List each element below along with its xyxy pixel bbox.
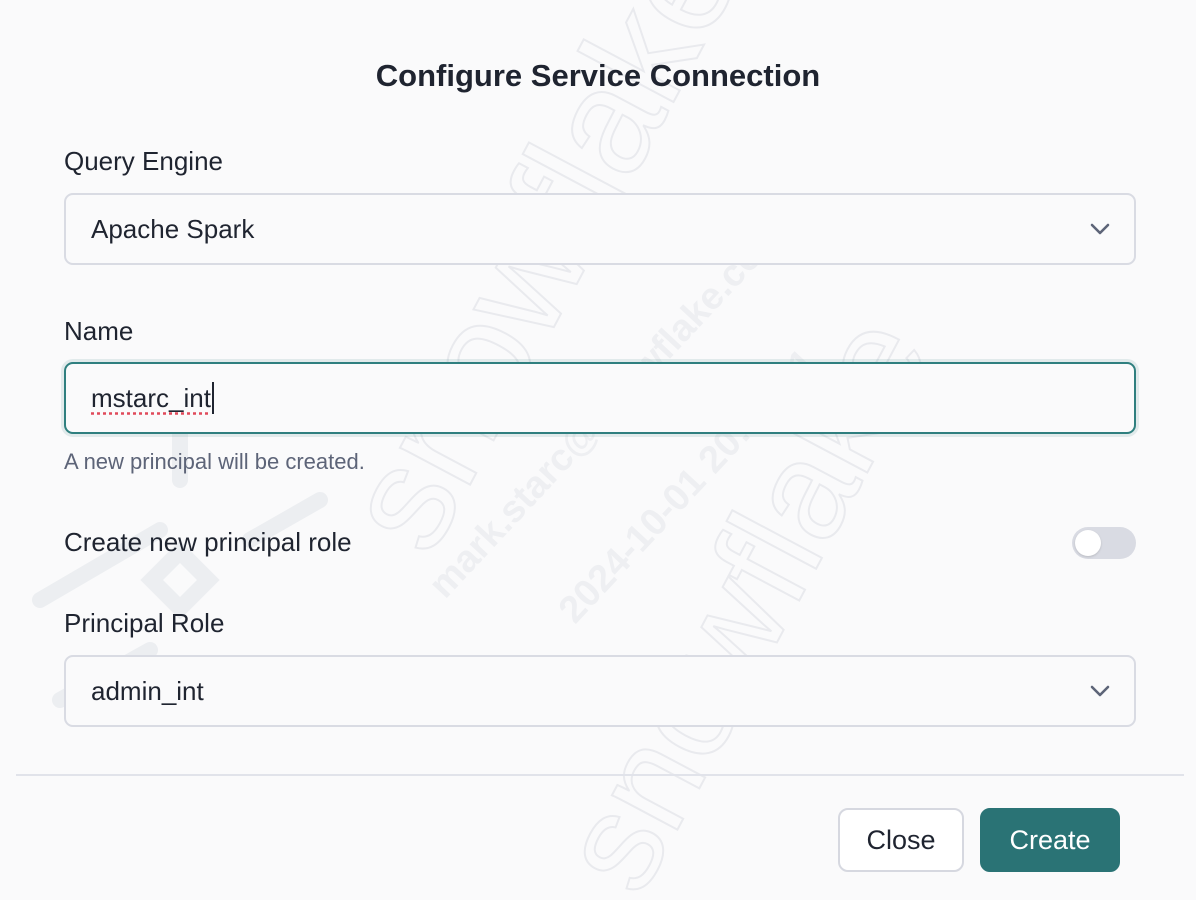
chevron-down-icon <box>1090 685 1110 697</box>
text-caret <box>211 382 214 414</box>
create-button[interactable]: Create <box>980 808 1120 872</box>
toggle-knob <box>1075 530 1101 556</box>
footer-divider <box>16 774 1184 776</box>
dialog-title: Configure Service Connection <box>375 58 821 93</box>
configure-service-connection-dialog: snowflake snowflake mark.starc@snowflake… <box>0 0 1196 900</box>
create-principal-role-toggle[interactable] <box>1072 527 1136 559</box>
principal-role-select[interactable]: admin_int <box>64 655 1136 727</box>
close-button[interactable]: Close <box>838 808 964 872</box>
name-helper-text: A new principal will be created. <box>64 449 365 474</box>
principal-role-value: admin_int <box>91 675 204 706</box>
name-input-value: mstarc_int <box>91 382 211 413</box>
principal-role-label: Principal Role <box>64 608 225 638</box>
create-principal-role-label: Create new principal role <box>64 527 352 557</box>
query-engine-label: Query Engine <box>64 146 223 176</box>
chevron-down-icon <box>1090 223 1110 235</box>
name-input[interactable]: mstarc_int <box>64 362 1136 434</box>
query-engine-select[interactable]: Apache Spark <box>64 193 1136 265</box>
name-label: Name <box>64 316 134 346</box>
query-engine-value: Apache Spark <box>91 213 255 244</box>
